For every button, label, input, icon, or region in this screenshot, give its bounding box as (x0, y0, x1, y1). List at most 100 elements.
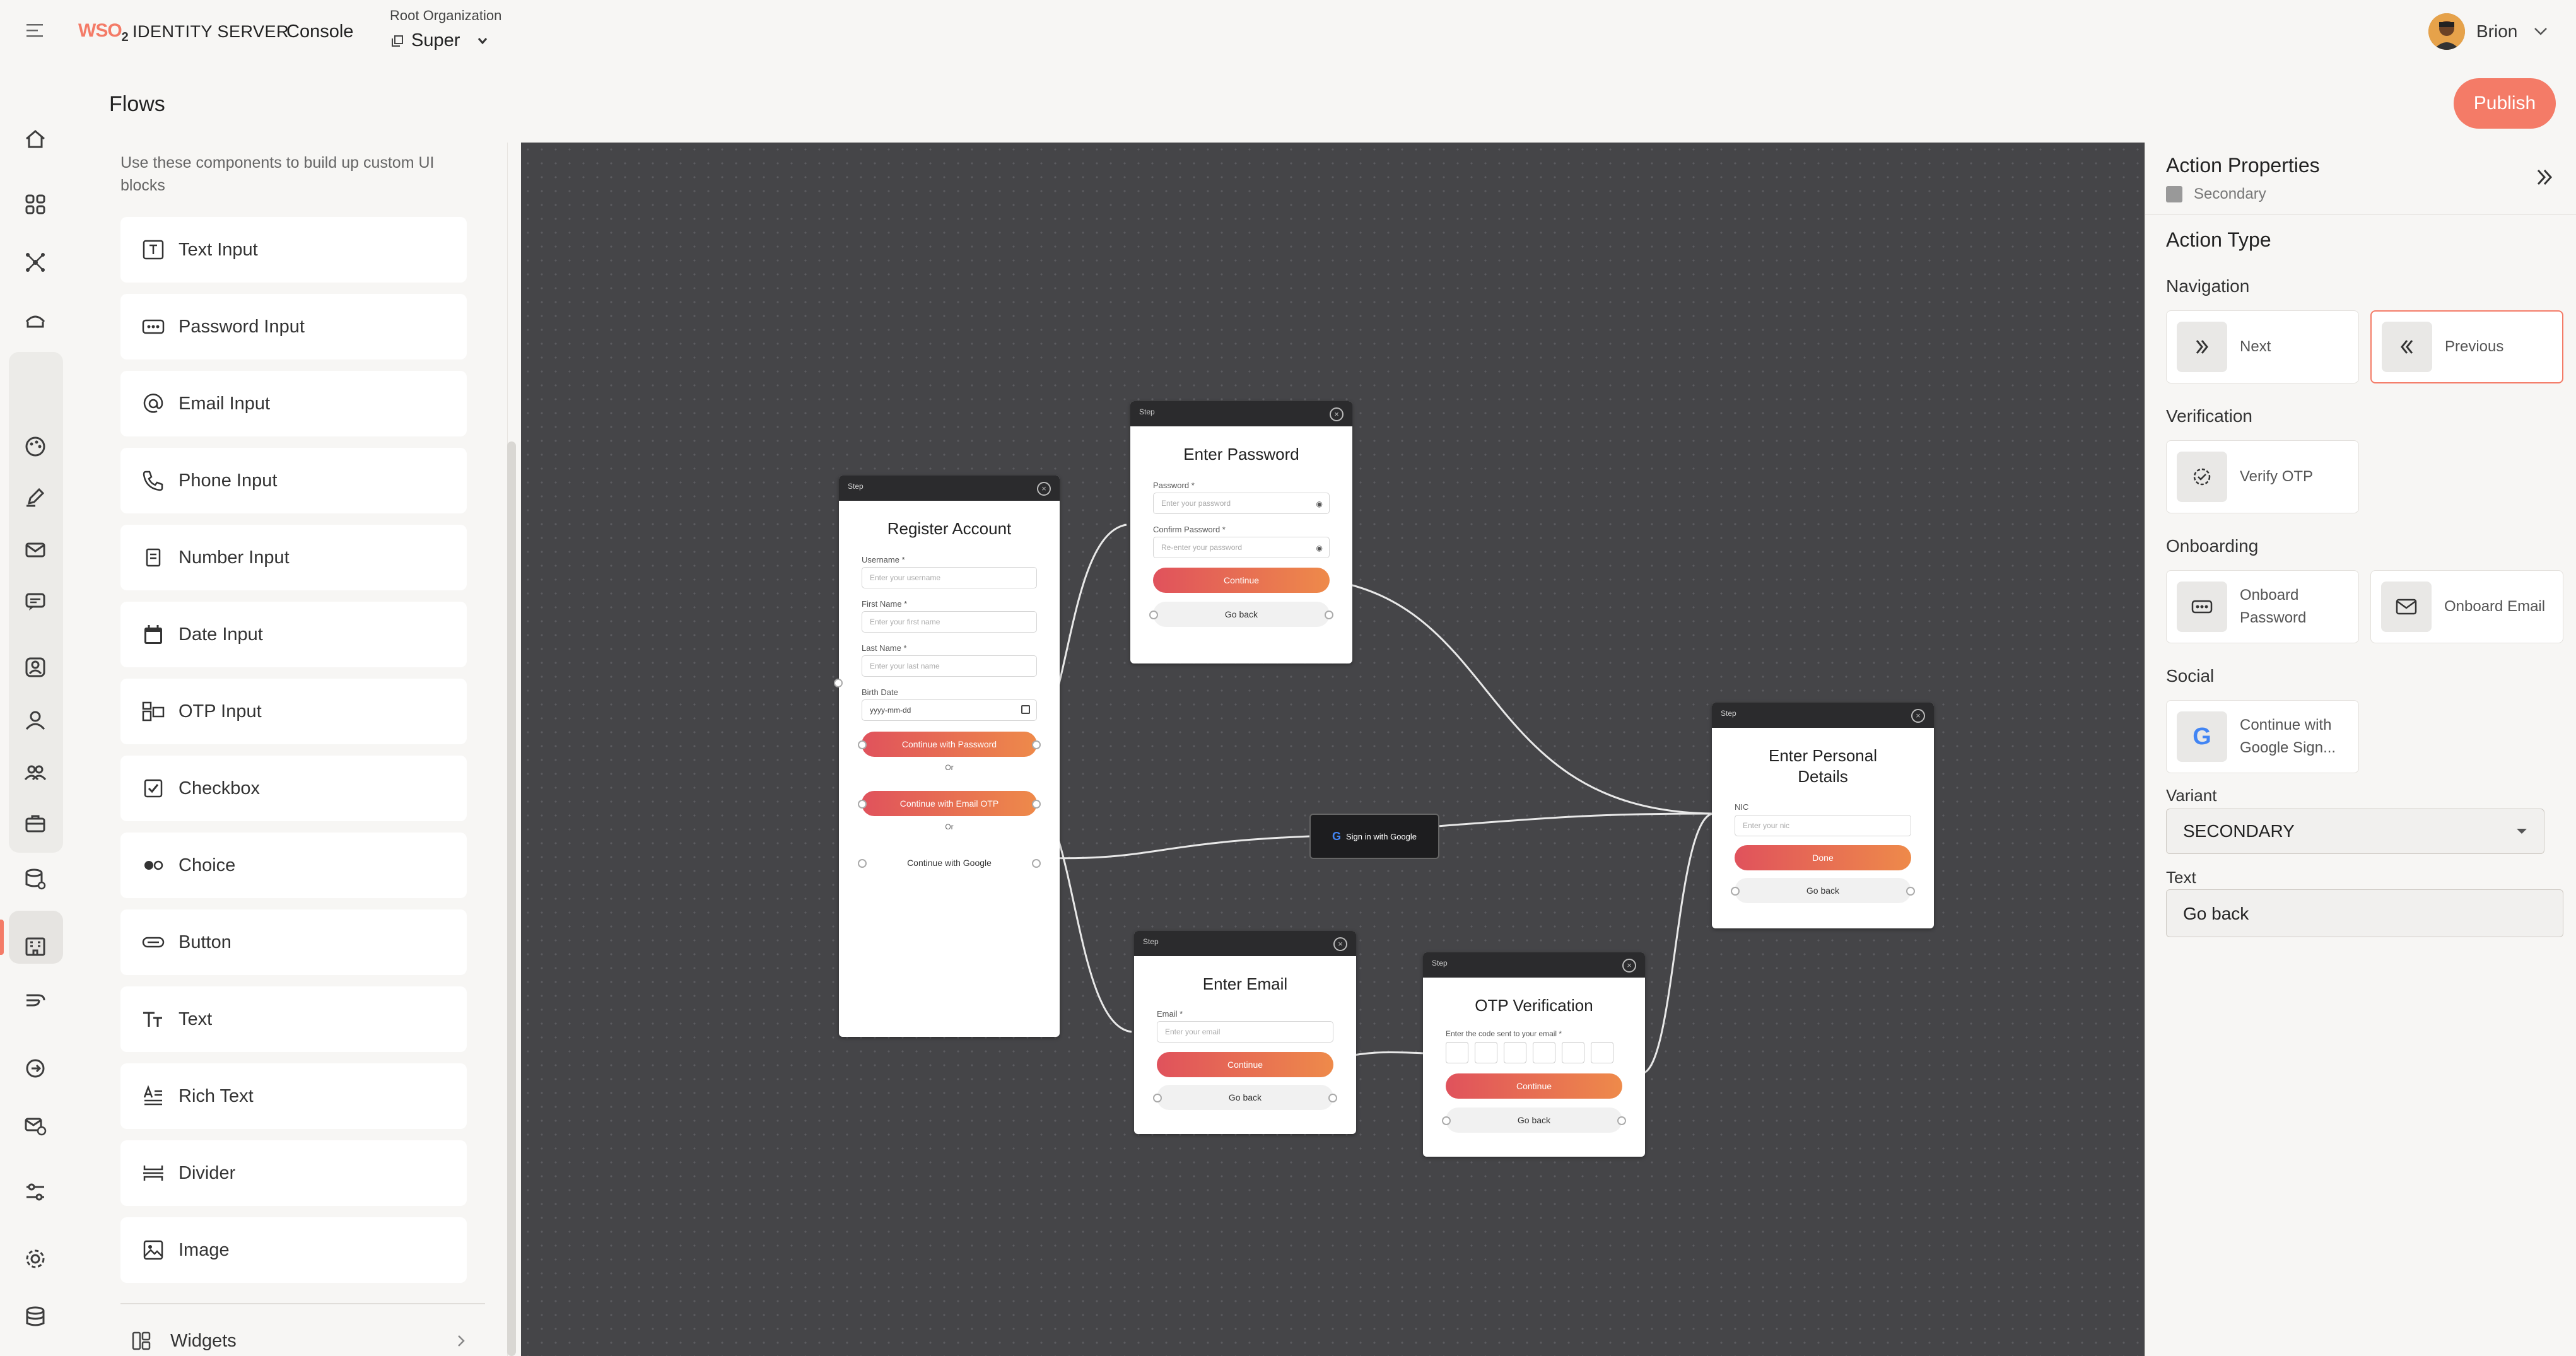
logs-icon[interactable] (23, 1179, 48, 1205)
flow-canvas[interactable]: Step × Register Account Username * Enter … (521, 143, 2145, 1356)
port-handle[interactable] (1906, 887, 1915, 896)
component-rich-text[interactable]: Rich Text (120, 1063, 467, 1129)
component-password-input[interactable]: Password Input (120, 294, 467, 359)
apps-icon[interactable] (23, 192, 48, 217)
done-button[interactable]: Done (1735, 845, 1911, 870)
go-back-button[interactable]: Go back (1446, 1108, 1622, 1133)
close-icon[interactable]: × (1333, 937, 1347, 951)
mail-icon[interactable] (23, 537, 48, 563)
step-otp-verification[interactable]: Step × OTP Verification Enter the code se… (1423, 952, 1645, 1157)
flows-icon[interactable] (23, 988, 48, 1013)
port-handle[interactable] (858, 740, 867, 749)
port-handle[interactable] (1617, 1116, 1626, 1125)
collapse-panel-icon[interactable] (2536, 168, 2555, 187)
component-text[interactable]: Text (120, 986, 467, 1052)
component-date-input[interactable]: Date Input (120, 602, 467, 667)
settings-icon[interactable] (23, 1246, 48, 1271)
step-input-port[interactable] (834, 679, 843, 687)
organization-building-icon[interactable] (23, 933, 48, 959)
chat-icon[interactable] (23, 589, 48, 614)
google-signin-node[interactable]: G Sign in with Google (1309, 814, 1439, 859)
text-input[interactable]: Go back (2166, 889, 2563, 937)
groups-icon[interactable] (23, 759, 48, 785)
user-menu[interactable]: Brion (2428, 13, 2555, 50)
action-google-signin-card[interactable]: G Continue with Google Sign... (2166, 700, 2359, 773)
otp-digit-input[interactable] (1533, 1042, 1555, 1063)
edit-icon[interactable] (23, 484, 48, 510)
widgets-section[interactable]: Widgets (131, 1327, 465, 1355)
palette-scrollbar[interactable] (507, 441, 516, 1356)
step-enter-personal-details[interactable]: Step × Enter Personal Details NIC Enter yo… (1712, 703, 1934, 928)
port-handle[interactable] (1328, 1094, 1337, 1102)
hamburger-menu-icon[interactable] (26, 23, 44, 38)
port-handle[interactable] (1032, 859, 1041, 868)
action-onboard-email-card[interactable]: Onboard Email (2370, 570, 2563, 643)
continue-button[interactable]: Continue (1153, 568, 1330, 593)
branding-icon[interactable] (23, 434, 48, 459)
go-back-button[interactable]: Go back (1735, 878, 1911, 903)
action-verify-otp-card[interactable]: Verify OTP (2166, 440, 2359, 513)
eye-icon[interactable]: ◉ (1316, 500, 1323, 508)
confirm-password-input[interactable]: Re-enter your password ◉ (1153, 537, 1330, 558)
step-register-account[interactable]: Step × Register Account Username * Enter … (839, 476, 1060, 1037)
otp-digit-input[interactable] (1591, 1042, 1613, 1063)
component-button[interactable]: Button (120, 909, 467, 975)
step-enter-password[interactable]: Step × Enter Password Password * Enter yo… (1130, 401, 1352, 663)
otp-digit-input[interactable] (1504, 1042, 1526, 1063)
port-handle[interactable] (1032, 740, 1041, 749)
password-input[interactable]: Enter your password ◉ (1153, 493, 1330, 514)
database-icon[interactable] (23, 1304, 48, 1330)
port-handle[interactable] (858, 800, 867, 809)
login-flow-icon[interactable] (23, 1056, 48, 1081)
nic-input[interactable]: Enter your nic (1735, 815, 1911, 836)
component-image[interactable]: Image (120, 1217, 467, 1283)
action-previous-card[interactable]: Previous (2370, 310, 2563, 383)
close-icon[interactable]: × (1330, 407, 1344, 421)
component-number-input[interactable]: Number Input (120, 525, 467, 590)
email-input[interactable]: Enter your email (1157, 1021, 1333, 1043)
variant-select[interactable]: SECONDARY (2166, 809, 2544, 854)
component-otp-input[interactable]: OTP Input (120, 679, 467, 744)
component-choice[interactable]: Choice (120, 833, 467, 898)
action-onboard-password-card[interactable]: Onboard Password (2166, 570, 2359, 643)
port-handle[interactable] (1153, 1094, 1162, 1102)
otp-digit-input[interactable] (1562, 1042, 1584, 1063)
port-handle[interactable] (1032, 800, 1041, 809)
component-divider[interactable]: Divider (120, 1140, 467, 1206)
connections-icon[interactable] (23, 250, 48, 275)
port-handle[interactable] (1731, 887, 1740, 896)
continue-button[interactable]: Continue (1446, 1073, 1622, 1099)
continue-with-google-button[interactable]: Continue with Google (862, 850, 1037, 875)
port-handle[interactable] (1442, 1116, 1451, 1125)
user-icon[interactable] (23, 708, 48, 733)
username-input[interactable]: Enter your username (862, 567, 1037, 588)
otp-digit-input[interactable] (1446, 1042, 1468, 1063)
close-icon[interactable]: × (1037, 482, 1051, 496)
port-handle[interactable] (1325, 611, 1333, 619)
go-back-button[interactable]: Go back (1157, 1085, 1333, 1110)
component-phone-input[interactable]: Phone Input (120, 448, 467, 513)
birthdate-input[interactable]: yyyy-mm-dd (862, 699, 1037, 721)
continue-with-email-otp-button[interactable]: Continue with Email OTP (862, 791, 1037, 816)
continue-with-password-button[interactable]: Continue with Password (862, 732, 1037, 757)
close-icon[interactable]: × (1622, 959, 1636, 973)
component-email-input[interactable]: Email Input (120, 371, 467, 436)
firstname-input[interactable]: Enter your first name (862, 611, 1037, 633)
roles-icon[interactable] (23, 811, 48, 836)
workflows-icon[interactable] (23, 867, 48, 892)
go-back-button[interactable]: Go back (1153, 602, 1330, 627)
eye-icon[interactable]: ◉ (1316, 544, 1323, 552)
port-handle[interactable] (858, 859, 867, 868)
user-attributes-icon[interactable] (23, 308, 48, 333)
step-enter-email[interactable]: Step × Enter Email Email * Enter your ema… (1134, 931, 1356, 1134)
org-switcher[interactable]: Root Organization Super (390, 8, 516, 58)
action-next-card[interactable]: Next (2166, 310, 2359, 383)
component-text-input[interactable]: Text Input (120, 217, 467, 283)
email-provider-icon[interactable] (23, 1113, 48, 1138)
continue-button[interactable]: Continue (1157, 1052, 1333, 1077)
component-checkbox[interactable]: Checkbox (120, 756, 467, 821)
publish-button[interactable]: Publish (2454, 78, 2556, 129)
organizations-icon[interactable] (23, 655, 48, 680)
otp-digit-input[interactable] (1475, 1042, 1497, 1063)
lastname-input[interactable]: Enter your last name (862, 655, 1037, 677)
